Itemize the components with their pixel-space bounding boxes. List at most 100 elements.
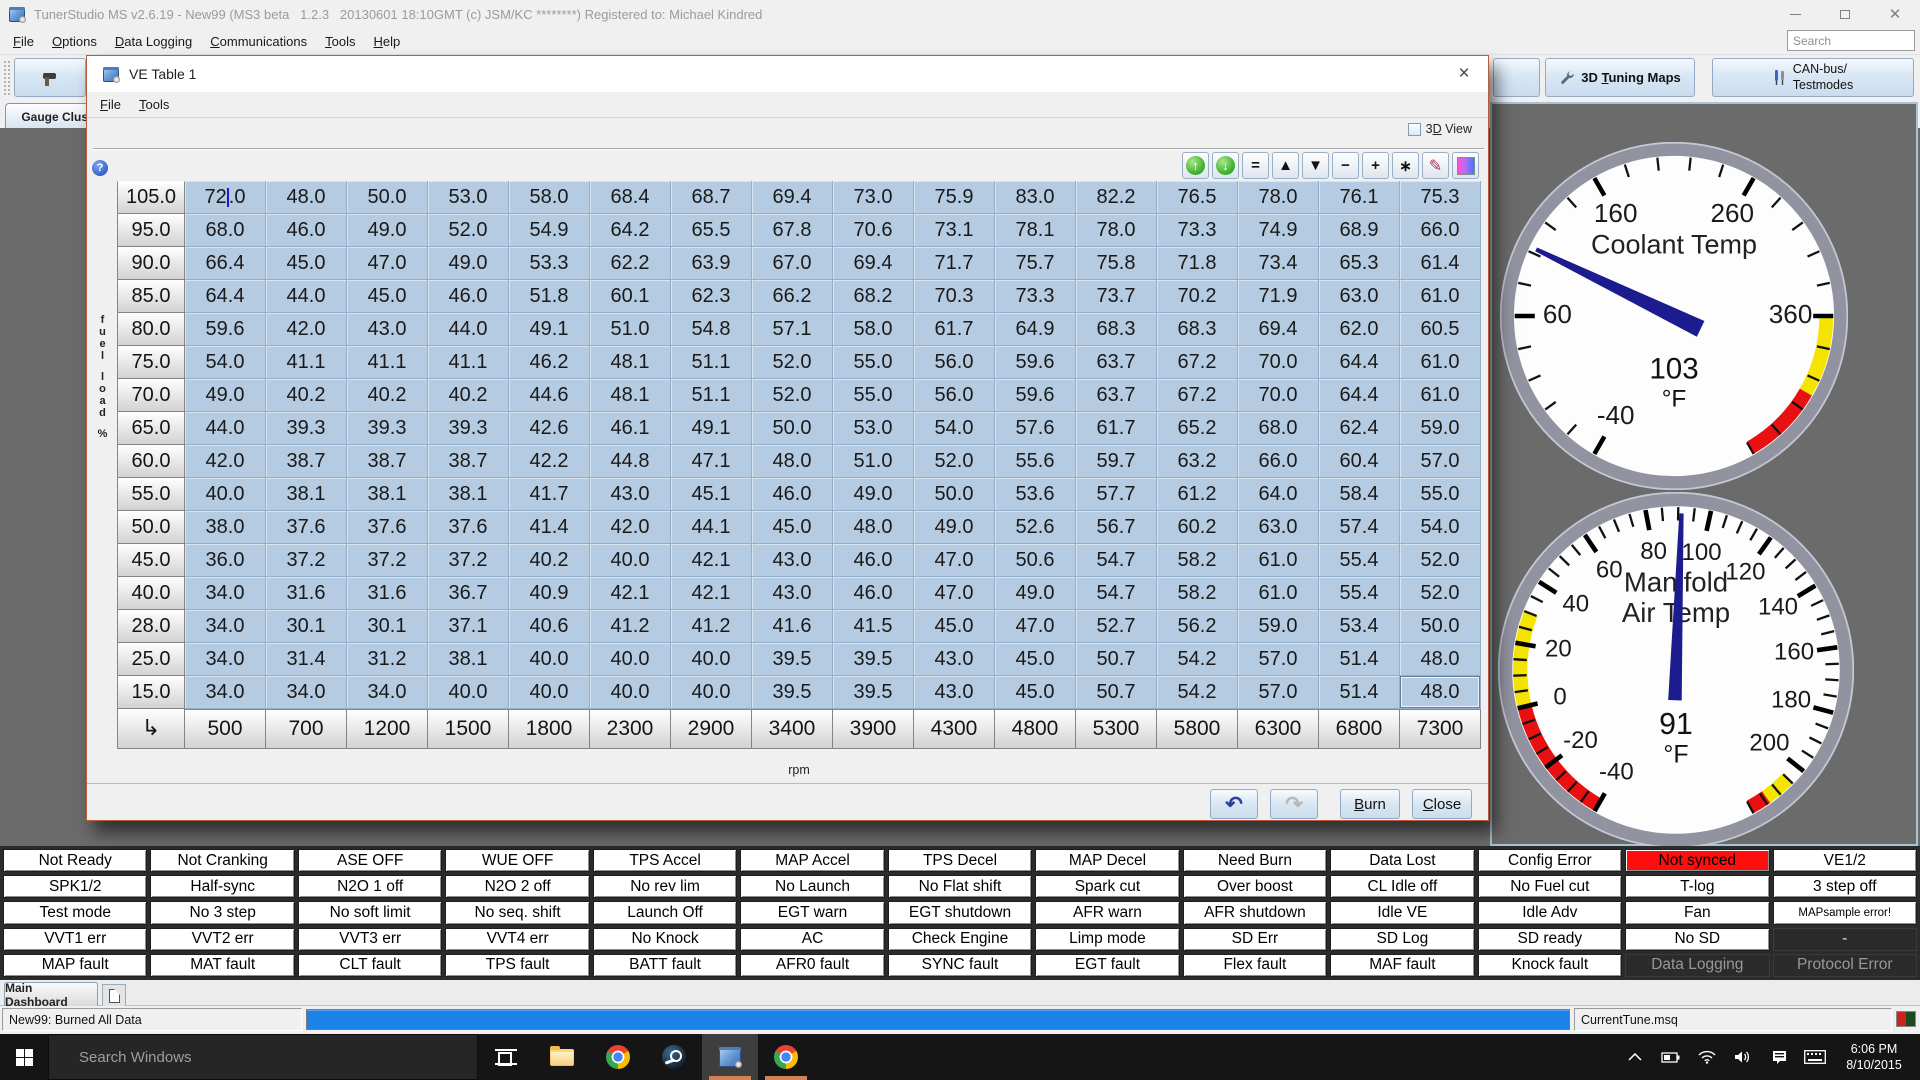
ve-cell[interactable]: 61.7 xyxy=(1076,412,1157,445)
ve-cell[interactable]: 47.0 xyxy=(995,610,1076,643)
ve-cell[interactable]: 59.7 xyxy=(1076,445,1157,478)
ve-cell[interactable]: 51.0 xyxy=(590,313,671,346)
ve-cell[interactable]: 46.0 xyxy=(833,544,914,577)
rpm-header-cell[interactable]: 4800 xyxy=(995,709,1076,749)
ve-cell[interactable]: 50.0 xyxy=(1400,610,1481,643)
load-header-cell[interactable]: 80.0 xyxy=(117,313,185,346)
rpm-header-cell[interactable]: 5300 xyxy=(1076,709,1157,749)
ve-cell[interactable]: 49.0 xyxy=(833,478,914,511)
ve-cell[interactable]: 67.8 xyxy=(752,214,833,247)
ve-cell[interactable]: 54.0 xyxy=(914,412,995,445)
undo-button[interactable]: ↶ xyxy=(1210,789,1258,819)
ve-cell[interactable]: 83.0 xyxy=(995,181,1076,214)
ve-cell[interactable]: 55.0 xyxy=(833,379,914,412)
ve-cell[interactable]: 54.0 xyxy=(1400,511,1481,544)
ve-cell[interactable]: 55.4 xyxy=(1319,544,1400,577)
ve-cell[interactable]: 64.9 xyxy=(995,313,1076,346)
ve-cell[interactable]: 38.1 xyxy=(428,643,509,676)
ve-cell[interactable]: 42.1 xyxy=(671,577,752,610)
ve-cell[interactable]: 51.4 xyxy=(1319,643,1400,676)
ve-cell[interactable]: 66.2 xyxy=(752,280,833,313)
ve-cell[interactable]: 46.0 xyxy=(833,577,914,610)
ve-cell[interactable]: 62.0 xyxy=(1319,313,1400,346)
ve-cell[interactable]: 34.0 xyxy=(185,643,266,676)
increase-button[interactable]: ↑ xyxy=(1182,152,1209,179)
ve-cell[interactable]: 40.2 xyxy=(428,379,509,412)
ve-cell[interactable]: 34.0 xyxy=(185,610,266,643)
ve-cell[interactable]: 45.0 xyxy=(347,280,428,313)
ve-cell[interactable]: 41.5 xyxy=(833,610,914,643)
task-view-button[interactable] xyxy=(478,1034,534,1080)
ve-cell[interactable]: 38.1 xyxy=(266,478,347,511)
ve-cell[interactable]: 64.4 xyxy=(1319,379,1400,412)
chrome-2-task-button[interactable] xyxy=(758,1034,814,1080)
ve-cell[interactable]: 43.0 xyxy=(590,478,671,511)
ve-cell[interactable]: 31.6 xyxy=(347,577,428,610)
chrome-button[interactable] xyxy=(590,1034,646,1080)
set-equal-button[interactable]: = xyxy=(1242,152,1269,179)
ve-cell[interactable]: 40.9 xyxy=(509,577,590,610)
close-button[interactable]: Close xyxy=(1412,789,1472,819)
rpm-header-cell[interactable]: 6300 xyxy=(1238,709,1319,749)
ve-cell[interactable]: 34.0 xyxy=(185,577,266,610)
ve-cell[interactable]: 70.0 xyxy=(1238,346,1319,379)
ve-cell[interactable]: 38.0 xyxy=(185,511,266,544)
ve-cell[interactable]: 64.0 xyxy=(1238,478,1319,511)
ve-cell[interactable]: 40.0 xyxy=(185,478,266,511)
ve-cell[interactable]: 39.5 xyxy=(752,643,833,676)
ve-cell[interactable]: 67.2 xyxy=(1157,346,1238,379)
ve-cell[interactable]: 75.9 xyxy=(914,181,995,214)
ve-cell[interactable]: 52.0 xyxy=(1400,544,1481,577)
action-center-button[interactable] xyxy=(1764,1034,1794,1080)
ve-cell[interactable]: 40.2 xyxy=(509,544,590,577)
load-header-cell[interactable]: 95.0 xyxy=(117,214,185,247)
view-3d-toggle[interactable]: 3D View xyxy=(1408,122,1472,136)
ve-cell[interactable]: 44.6 xyxy=(509,379,590,412)
ve-cell[interactable]: 51.8 xyxy=(509,280,590,313)
ve-cell[interactable]: 61.4 xyxy=(1400,247,1481,280)
ve-cell[interactable]: 61.0 xyxy=(1400,280,1481,313)
rpm-header-cell[interactable]: 1200 xyxy=(347,709,428,749)
ve-cell[interactable]: 43.0 xyxy=(914,643,995,676)
ve-cell[interactable]: 36.0 xyxy=(185,544,266,577)
edit-button[interactable]: ✎ xyxy=(1422,152,1449,179)
ve-cell[interactable]: 73.1 xyxy=(914,214,995,247)
ve-cell[interactable]: 38.1 xyxy=(428,478,509,511)
ve-cell[interactable]: 44.8 xyxy=(590,445,671,478)
ve-cell[interactable]: 43.0 xyxy=(914,676,995,709)
close-button[interactable]: ✕ xyxy=(1870,0,1920,28)
menu-data-logging[interactable]: Data Logging xyxy=(106,30,201,53)
ve-cell[interactable]: 50.7 xyxy=(1076,643,1157,676)
ve-cell[interactable]: 44.0 xyxy=(185,412,266,445)
ve-cell[interactable]: 39.3 xyxy=(428,412,509,445)
ve-cell[interactable]: 61.2 xyxy=(1157,478,1238,511)
ve-cell[interactable]: 50.6 xyxy=(995,544,1076,577)
menu-file[interactable]: File xyxy=(4,30,43,53)
ve-cell[interactable]: 34.0 xyxy=(266,676,347,709)
ve-cell[interactable]: 57.0 xyxy=(1238,643,1319,676)
ve-cell[interactable]: 70.3 xyxy=(914,280,995,313)
load-header-cell[interactable]: 25.0 xyxy=(117,643,185,676)
ve-cell[interactable]: 52.0 xyxy=(914,445,995,478)
load-header-cell[interactable]: 55.0 xyxy=(117,478,185,511)
ve-cell[interactable]: 41.1 xyxy=(266,346,347,379)
ve-cell[interactable]: 66.0 xyxy=(1238,445,1319,478)
wifi-tray-icon[interactable] xyxy=(1692,1034,1722,1080)
help-icon[interactable]: ? xyxy=(92,160,108,176)
load-header-cell[interactable]: 90.0 xyxy=(117,247,185,280)
ve-cell[interactable]: 41.1 xyxy=(347,346,428,379)
ve-cell[interactable]: 74.9 xyxy=(1238,214,1319,247)
ve-cell[interactable]: 37.2 xyxy=(347,544,428,577)
ve-cell[interactable]: 73.0 xyxy=(833,181,914,214)
ve-cell[interactable]: 36.7 xyxy=(428,577,509,610)
ve-cell[interactable]: 40.2 xyxy=(266,379,347,412)
maximize-button[interactable] xyxy=(1820,0,1870,28)
ve-cell[interactable]: 54.2 xyxy=(1157,676,1238,709)
tuning-maps-button[interactable]: 3D Tuning Maps xyxy=(1545,58,1695,97)
load-header-cell[interactable]: 65.0 xyxy=(117,412,185,445)
rpm-header-cell[interactable]: 7300 xyxy=(1400,709,1481,749)
ve-cell[interactable]: 56.7 xyxy=(1076,511,1157,544)
ve-cell[interactable]: 49.1 xyxy=(671,412,752,445)
start-button[interactable] xyxy=(0,1034,48,1080)
ve-cell[interactable]: 59.6 xyxy=(995,379,1076,412)
